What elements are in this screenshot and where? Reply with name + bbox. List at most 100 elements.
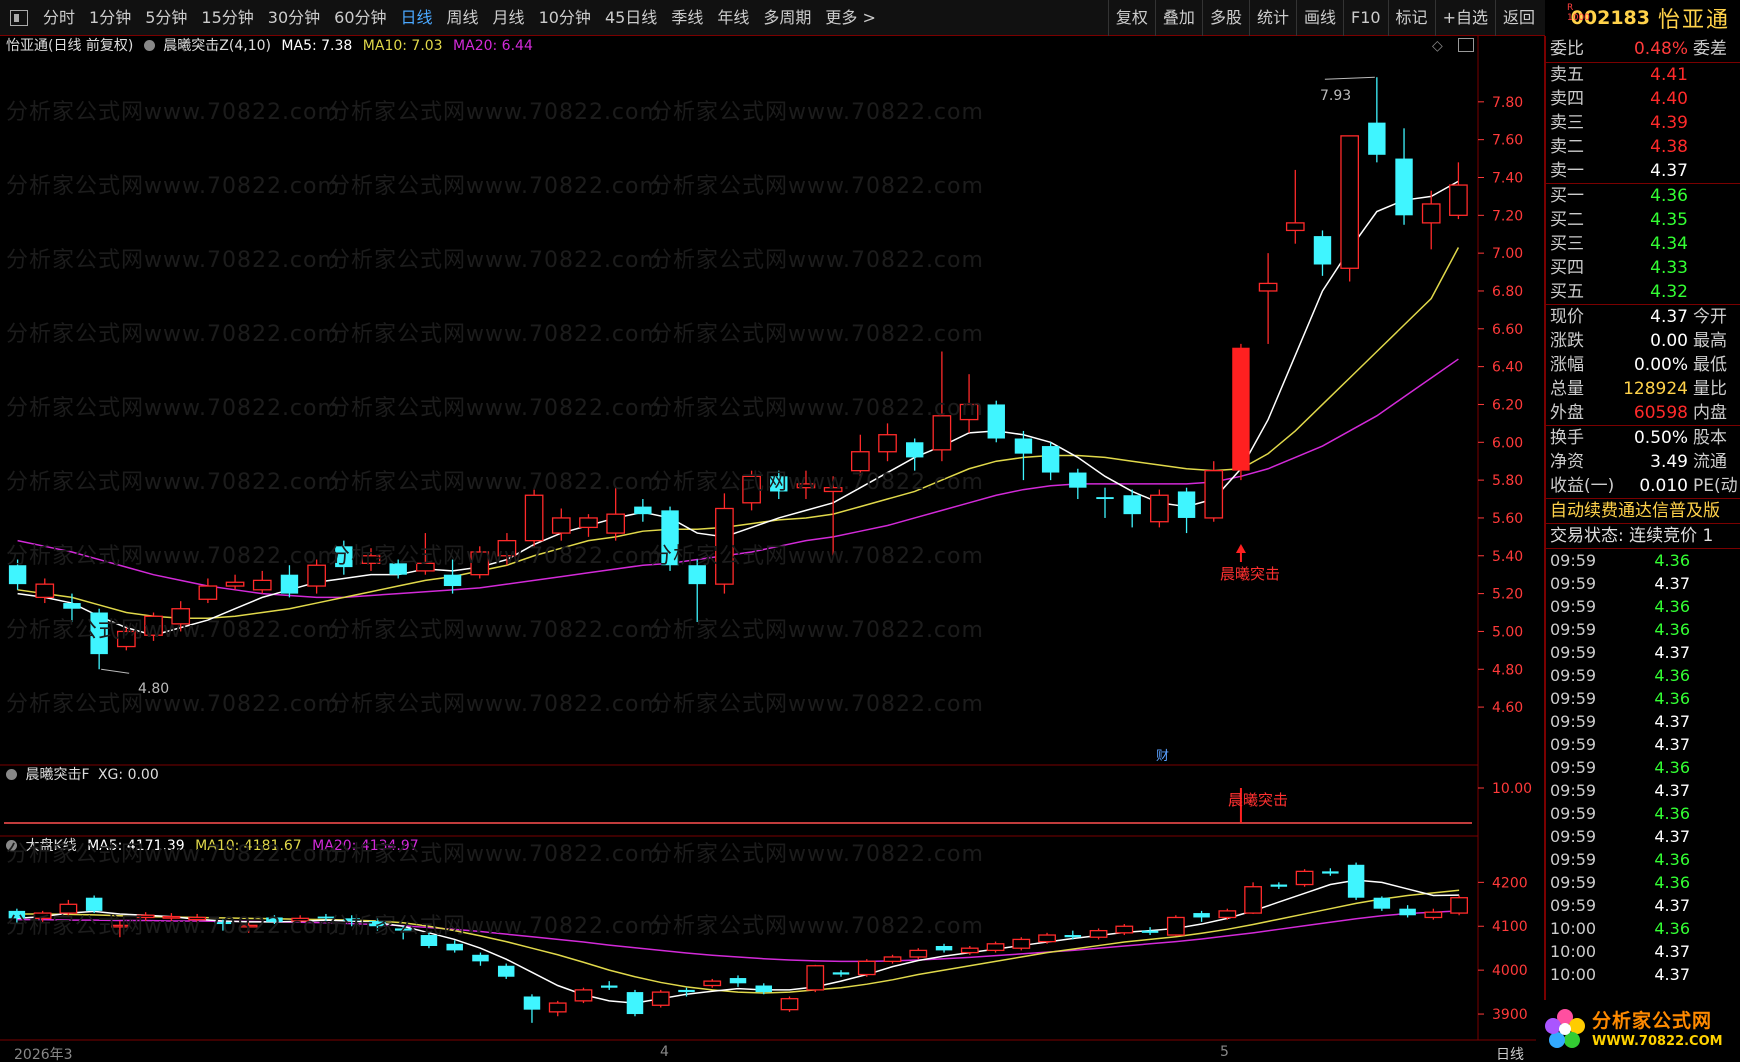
toolbar-action-button[interactable]: 叠加 bbox=[1154, 0, 1202, 36]
period-tab[interactable]: 多周期 bbox=[756, 0, 818, 36]
period-tab[interactable]: 5分钟 bbox=[138, 0, 194, 36]
candle-body bbox=[986, 943, 1005, 952]
tick-row: 09:59 4.36 bbox=[1546, 618, 1740, 641]
weicha-label: 委差 bbox=[1693, 39, 1727, 59]
y-tick-label: 4.80 bbox=[1492, 662, 1523, 678]
sub1-title: 晨曦突击F bbox=[25, 767, 90, 783]
period-tab[interactable]: 月线 bbox=[486, 0, 532, 36]
high-price-label: 7.93 bbox=[1320, 88, 1352, 104]
quote-tail: 今开 bbox=[1693, 307, 1727, 327]
period-tab[interactable]: 60分钟 bbox=[327, 0, 393, 36]
candle-body bbox=[1069, 472, 1087, 488]
candle-body bbox=[1038, 934, 1056, 943]
period-tab[interactable]: 日线 bbox=[394, 0, 440, 36]
candle-body bbox=[8, 910, 26, 919]
chart-area[interactable]: 7.80 7.60 7.40 7.20 7.00 6.80 6.60 6.40 6.20 6.00… bbox=[0, 36, 1545, 1062]
candle-body bbox=[472, 954, 489, 962]
candle-body bbox=[906, 442, 924, 458]
tick-row: 09:59 4.36 bbox=[1546, 848, 1740, 871]
candle-body bbox=[678, 989, 695, 993]
toolbar-action-button[interactable]: 画线 bbox=[1295, 0, 1343, 36]
toolbar-action-button[interactable]: 统计 bbox=[1248, 0, 1296, 36]
chart-canvas[interactable]: 7.80 7.60 7.40 7.20 7.00 6.80 6.60 6.40 6.20 6.00… bbox=[0, 36, 1545, 1062]
quote-label: 买四 bbox=[1550, 258, 1584, 278]
candle-body bbox=[1449, 184, 1468, 216]
period-tab[interactable]: 15分钟 bbox=[194, 0, 260, 36]
quote-row: 涨跌 0.00 最高 bbox=[1546, 329, 1740, 353]
weibi-label: 委比 bbox=[1550, 39, 1584, 59]
toolbar-action-button[interactable]: F10 bbox=[1342, 0, 1388, 36]
panel-expand-icon[interactable] bbox=[1458, 38, 1474, 52]
quote-value: 0.010 bbox=[1639, 476, 1688, 496]
financial-marker[interactable]: 财 bbox=[1156, 745, 1169, 764]
period-tab[interactable]: 分时 bbox=[36, 0, 82, 36]
quote-tail: 股本 bbox=[1693, 428, 1727, 448]
candle-body bbox=[1123, 495, 1141, 515]
date-start: 2026年3 bbox=[14, 1047, 73, 1062]
tick-price: 4.37 bbox=[1654, 735, 1690, 754]
quote-value: 0.50% bbox=[1633, 428, 1688, 448]
period-tab[interactable]: 周线 bbox=[440, 0, 486, 36]
candle-body bbox=[823, 487, 843, 493]
marquee-row[interactable]: 自动续费通达信普及版 bbox=[1546, 499, 1740, 523]
main-panel-header: 怡亚通(日线 前复权) 晨曦突击Z(4,10) MA5: 7.38 MA10: … bbox=[6, 36, 533, 56]
toolbar-action-button[interactable]: 标记 bbox=[1387, 0, 1435, 36]
sub1-toggle-icon[interactable] bbox=[6, 769, 17, 780]
tick-row: 10:00 4.36 bbox=[1546, 917, 1740, 940]
tick-list[interactable]: 09:59 4.36 09:59 4.37 09:59 4.36 09:59 4.36 09:5… bbox=[1546, 549, 1740, 986]
candle-body bbox=[1041, 446, 1060, 473]
period-tab[interactable]: 1分钟 bbox=[82, 0, 138, 36]
toolbar-action-button[interactable]: 复权 bbox=[1107, 0, 1155, 36]
sub2-toggle-icon[interactable] bbox=[6, 840, 17, 851]
tick-price: 4.37 bbox=[1654, 896, 1690, 915]
candle-body bbox=[651, 991, 670, 1006]
tick-time: 09:59 bbox=[1550, 781, 1597, 800]
candle-body bbox=[1177, 491, 1196, 518]
candle-body bbox=[1166, 916, 1185, 936]
tick-price: 4.36 bbox=[1654, 919, 1690, 938]
tick-price: 4.37 bbox=[1654, 942, 1690, 961]
stat2-list: 换手 0.50% 股本 净资 3.49 流通 收益(一) 0.010 PE(动 bbox=[1546, 426, 1740, 498]
quote-row: 买一 4.36 bbox=[1546, 184, 1740, 208]
tick-row: 09:59 4.36 bbox=[1546, 664, 1740, 687]
indicator-toggle-icon[interactable] bbox=[143, 40, 155, 51]
candle-body bbox=[1313, 236, 1332, 265]
period-tab[interactable]: 45日线 bbox=[598, 0, 664, 36]
quote-label: 卖一 bbox=[1550, 161, 1584, 181]
sub2-ma10: MA10: 4181.67 bbox=[195, 838, 302, 854]
y-tick-label: 5.00 bbox=[1492, 624, 1523, 640]
period-tab[interactable]: 季线 bbox=[664, 0, 710, 36]
period-tab[interactable]: 年线 bbox=[710, 0, 756, 36]
period-tab[interactable]: 30分钟 bbox=[261, 0, 327, 36]
diamond-icon[interactable]: ◇ bbox=[1432, 38, 1443, 54]
period-tab[interactable]: 10分钟 bbox=[532, 0, 598, 36]
candle-body bbox=[850, 451, 870, 472]
candle-body bbox=[1347, 864, 1365, 898]
candle-body bbox=[606, 513, 626, 534]
candle-body bbox=[960, 947, 979, 954]
tick-row: 10:00 4.37 bbox=[1546, 940, 1740, 963]
candle-body bbox=[1064, 935, 1082, 938]
sub2-header: 大盘K线 MA5: 4171.39 MA10: 4181.67 MA20: 41… bbox=[6, 836, 419, 856]
candle-body bbox=[715, 507, 734, 585]
tick-time: 09:59 bbox=[1550, 551, 1597, 570]
candle-body bbox=[1141, 930, 1159, 933]
quote-label: 涨跌 bbox=[1550, 331, 1584, 351]
quote-row: 换手 0.50% 股本 bbox=[1546, 426, 1740, 450]
toolbar-action-button[interactable]: 多股 bbox=[1201, 0, 1249, 36]
candle-body bbox=[239, 924, 258, 928]
tick-price: 4.37 bbox=[1654, 574, 1690, 593]
stock-tag: R 1000 bbox=[1567, 3, 1590, 23]
candle-body bbox=[307, 564, 326, 587]
quote-label: 卖二 bbox=[1550, 137, 1584, 157]
y-tick-label: 7.80 bbox=[1492, 95, 1523, 111]
y-tick-label: 7.20 bbox=[1492, 208, 1523, 224]
toolbar-action-button[interactable]: 返回 bbox=[1494, 0, 1542, 36]
menu-toggle-icon[interactable] bbox=[10, 9, 28, 26]
period-tab[interactable]: 更多 > bbox=[818, 0, 883, 36]
tick-row: 09:59 4.37 bbox=[1546, 825, 1740, 848]
toolbar-action-button[interactable]: +自选 bbox=[1434, 0, 1495, 36]
weibi-row: 委比 0.48% 委差 bbox=[1546, 36, 1740, 62]
low-pointer bbox=[101, 668, 130, 674]
quote-label: 收益(一) bbox=[1550, 476, 1615, 496]
